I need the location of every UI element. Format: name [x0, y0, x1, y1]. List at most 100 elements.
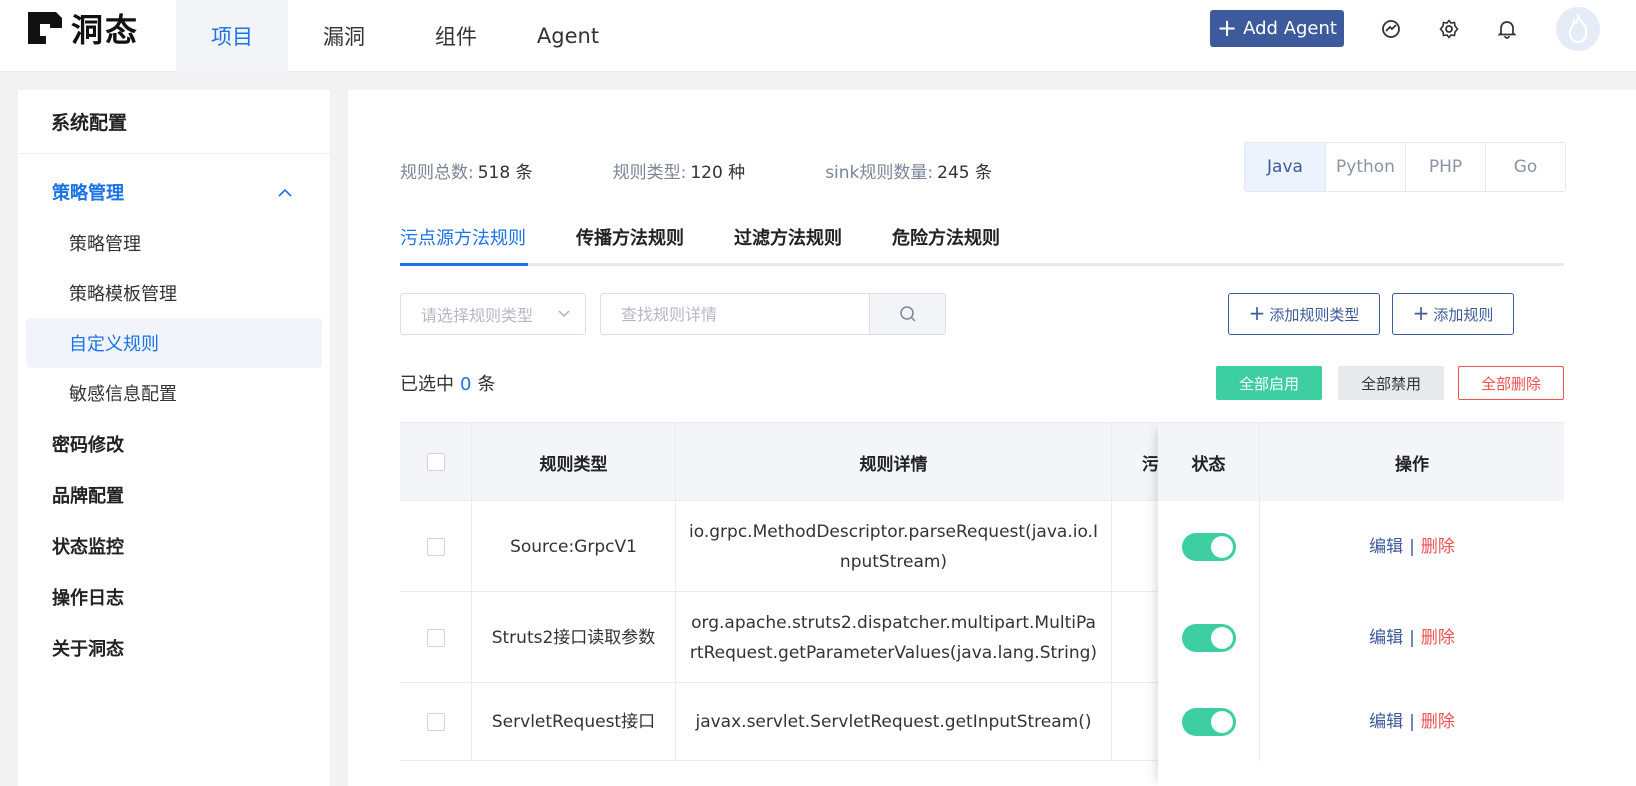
- row-status-cell: [1158, 683, 1260, 761]
- search-button[interactable]: [869, 294, 945, 334]
- action-separator: |: [1409, 627, 1415, 648]
- stat-types-label: 规则类型:: [612, 163, 687, 183]
- header-select-all-cell: [400, 423, 472, 501]
- nav-tab-agent[interactable]: Agent: [512, 0, 624, 72]
- action-separator: |: [1409, 712, 1415, 732]
- chevron-up-icon: [278, 188, 292, 197]
- logo-icon: [28, 12, 62, 44]
- rule-type-select[interactable]: 请选择规则类型: [400, 293, 586, 335]
- language-switcher: Java Python PHP Go: [1244, 142, 1566, 192]
- add-rule-type-label: 添加规则类型: [1269, 305, 1360, 324]
- stat-types: 规则类型: 120 种: [613, 158, 746, 183]
- avatar[interactable]: [1556, 7, 1600, 51]
- selection-number: 0: [460, 374, 472, 395]
- lang-php[interactable]: PHP: [1405, 143, 1485, 191]
- bell-icon[interactable]: [1494, 16, 1520, 42]
- table-row: Source:GrpcV1 io.grpc.MethodDescriptor.p…: [400, 501, 1564, 592]
- nav-tab-projects[interactable]: 项目: [176, 0, 288, 72]
- sidebar-item-about[interactable]: 关于洞态: [18, 622, 330, 673]
- select-all-checkbox[interactable]: [426, 453, 445, 471]
- selection-suffix: 条: [477, 374, 496, 395]
- row-select-cell: [400, 592, 472, 683]
- stat-types-value: 120 种: [690, 163, 746, 183]
- row-truncated-cell: [1112, 501, 1158, 592]
- top-nav-bar: 洞态 项目 漏洞 组件 Agent + Add Agent: [0, 0, 1636, 72]
- table-row: Struts2接口读取参数 org.apache.struts2.dispatc…: [400, 592, 1564, 683]
- row-select-cell: [400, 683, 472, 761]
- stat-total: 规则总数: 518 条: [400, 158, 533, 183]
- main-content: 规则总数: 518 条 规则类型: 120 种 sink规则数量: 245 条 Jav…: [348, 90, 1636, 786]
- sidebar-item-policy-template[interactable]: 策略模板管理: [26, 268, 322, 318]
- nav-tab-components[interactable]: 组件: [400, 0, 512, 72]
- header-rule-detail: 规则详情: [676, 423, 1112, 501]
- stat-sink: sink规则数量: 245 条: [825, 158, 992, 183]
- add-rule-type-button[interactable]: + 添加规则类型: [1228, 293, 1380, 335]
- sidebar-item-sensitive-info[interactable]: 敏感信息配置: [26, 368, 322, 418]
- sidebar-item-policy-management[interactable]: 策略管理: [26, 218, 322, 268]
- row-checkbox[interactable]: [426, 713, 445, 731]
- rule-type-select-placeholder: 请选择规则类型: [421, 306, 534, 325]
- table-header: 规则类型 规则详情 污 状态 操作: [400, 423, 1564, 501]
- stat-total-value: 518 条: [477, 163, 533, 183]
- sidebar-item-operation-log[interactable]: 操作日志: [18, 571, 330, 622]
- row-truncated-cell: [1112, 683, 1158, 761]
- row-actions: 编辑 | 删除: [1260, 683, 1564, 761]
- nav-tab-vulnerabilities[interactable]: 漏洞: [288, 0, 400, 72]
- row-select-cell: [400, 501, 472, 592]
- lang-java[interactable]: Java: [1245, 143, 1325, 191]
- stat-sink-value: 245 条: [937, 163, 992, 183]
- tab-filter-rules[interactable]: 过滤方法规则: [734, 224, 842, 266]
- status-toggle[interactable]: [1181, 708, 1236, 736]
- edit-link[interactable]: 编辑: [1369, 623, 1403, 653]
- rule-tabs: 污点源方法规则 传播方法规则 过滤方法规则 危险方法规则: [400, 224, 1564, 266]
- delete-all-button[interactable]: 全部删除: [1458, 366, 1564, 400]
- status-toggle[interactable]: [1181, 532, 1236, 561]
- stat-total-label: 规则总数:: [400, 163, 474, 183]
- add-rule-label: 添加规则: [1433, 305, 1494, 324]
- edit-link[interactable]: 编辑: [1369, 532, 1403, 562]
- sidebar-item-brand[interactable]: 品牌配置: [18, 469, 330, 520]
- header-truncated: 污: [1142, 454, 1159, 475]
- row-truncated-cell: [1112, 592, 1158, 683]
- tab-sink-rules[interactable]: 危险方法规则: [892, 224, 1000, 266]
- lang-python[interactable]: Python: [1325, 143, 1405, 191]
- tab-source-rules[interactable]: 污点源方法规则: [400, 224, 528, 266]
- flame-icon: [1568, 14, 1588, 44]
- header-actions: 操作: [1260, 423, 1564, 501]
- search-icon: [899, 306, 916, 322]
- rule-search-input[interactable]: [601, 294, 869, 334]
- delete-link[interactable]: 删除: [1421, 532, 1455, 562]
- sidebar-group-policy[interactable]: 策略管理: [18, 166, 330, 218]
- dashboard-icon[interactable]: [1378, 16, 1404, 42]
- enable-all-button[interactable]: 全部启用: [1216, 366, 1322, 400]
- add-rule-button[interactable]: + 添加规则: [1392, 293, 1514, 335]
- tab-propagation-rules[interactable]: 传播方法规则: [576, 224, 684, 266]
- plus-icon: +: [1248, 301, 1266, 325]
- delete-link[interactable]: 删除: [1421, 623, 1455, 653]
- row-rule-type: ServletRequest接口: [472, 683, 676, 761]
- disable-all-button[interactable]: 全部禁用: [1338, 366, 1444, 400]
- status-toggle[interactable]: [1181, 623, 1236, 652]
- delete-link[interactable]: 删除: [1421, 707, 1455, 737]
- lang-go[interactable]: Go: [1485, 143, 1565, 191]
- logo[interactable]: 洞态: [26, 10, 139, 49]
- edit-link[interactable]: 编辑: [1369, 707, 1403, 737]
- selection-prefix: 已选中: [400, 374, 454, 395]
- plus-icon: +: [1412, 301, 1430, 325]
- sidebar-title: 系统配置: [18, 90, 330, 154]
- row-checkbox[interactable]: [426, 628, 445, 647]
- row-rule-detail: org.apache.struts2.dispatcher.multipart.…: [676, 592, 1112, 683]
- gear-icon[interactable]: [1436, 16, 1462, 42]
- sidebar-item-password[interactable]: 密码修改: [18, 418, 330, 469]
- row-actions: 编辑 | 删除: [1260, 592, 1564, 683]
- sidebar-group-label: 策略管理: [52, 183, 124, 204]
- row-actions: 编辑 | 删除: [1260, 501, 1564, 592]
- rules-table: 规则类型 规则详情 污 状态 操作 Source:GrpcV1 io.grpc.…: [400, 422, 1564, 786]
- rule-stats: 规则总数: 518 条 规则类型: 120 种 sink规则数量: 245 条: [400, 158, 1072, 183]
- row-checkbox[interactable]: [426, 537, 445, 556]
- sidebar: 系统配置 策略管理 策略管理 策略模板管理 自定义规则 敏感信息配置 密码修改 …: [18, 90, 330, 786]
- sidebar-item-custom-rules[interactable]: 自定义规则: [26, 318, 322, 368]
- stat-sink-label: sink规则数量:: [825, 163, 934, 183]
- add-agent-button[interactable]: + Add Agent: [1210, 10, 1344, 47]
- sidebar-item-status-monitor[interactable]: 状态监控: [18, 520, 330, 571]
